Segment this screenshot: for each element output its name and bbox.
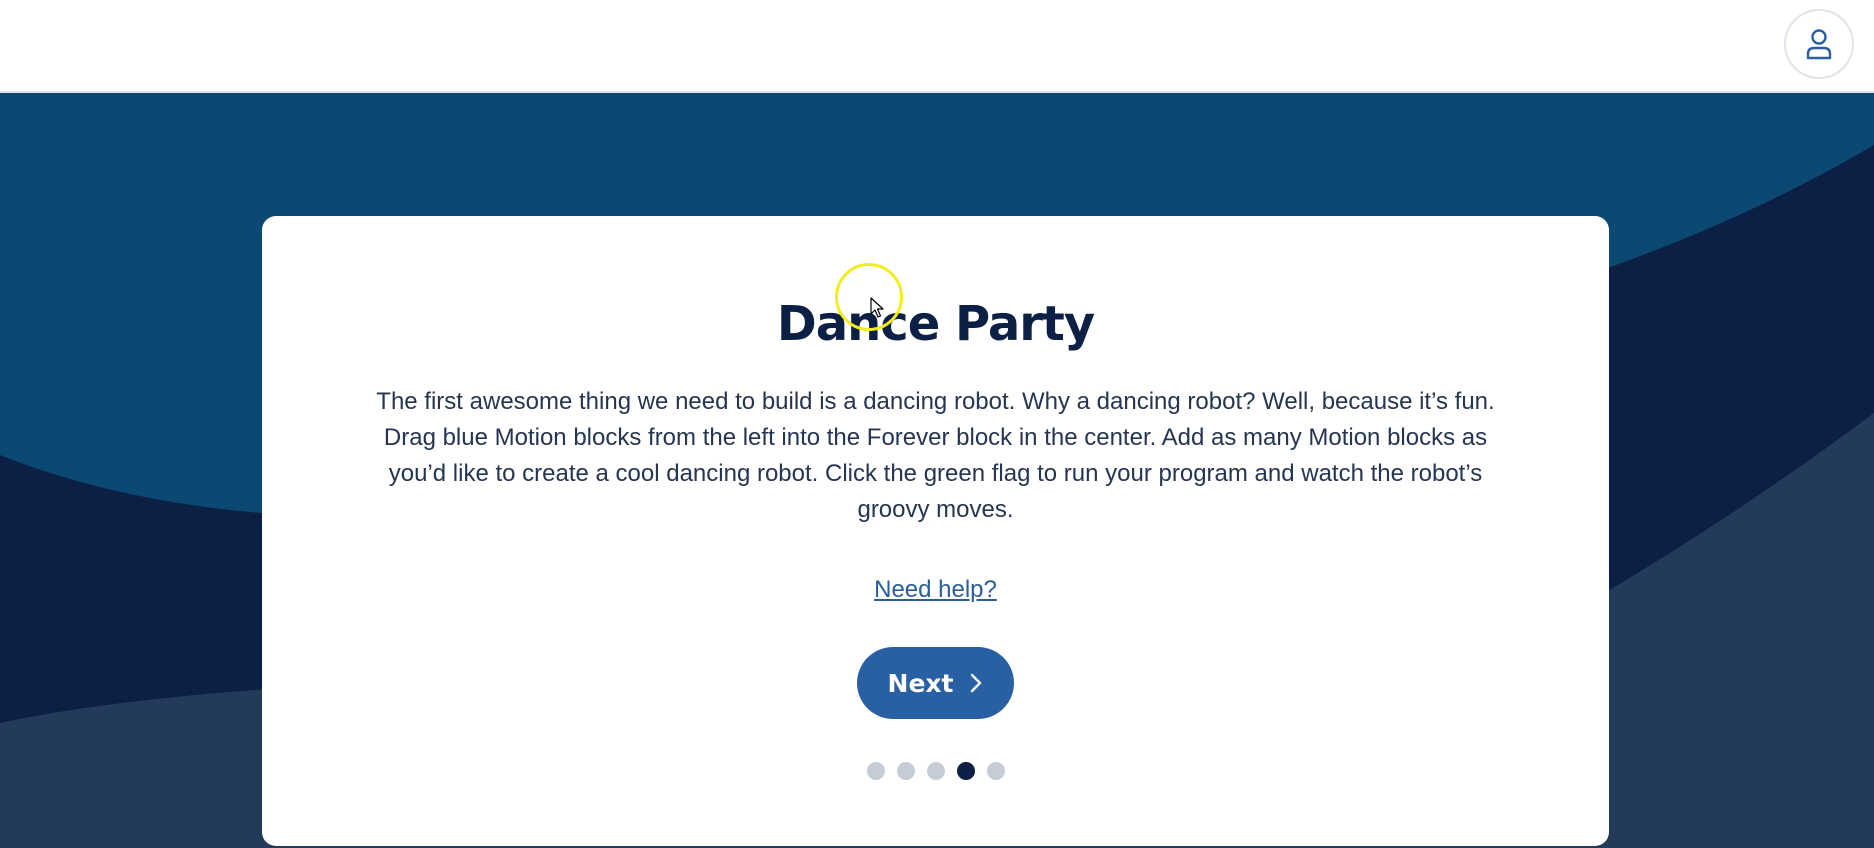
next-button-label: Next <box>887 668 954 698</box>
pagination-dot-1[interactable] <box>866 762 885 780</box>
chevron-right-icon <box>971 673 982 693</box>
top-bar <box>0 0 1874 93</box>
hero-background: Dance Party The first awesome thing we n… <box>0 93 1874 848</box>
pagination-dot-2[interactable] <box>896 762 915 780</box>
pagination-dot-4[interactable] <box>956 762 975 780</box>
tutorial-modal: Dance Party The first awesome thing we n… <box>262 216 1609 846</box>
user-account-button[interactable] <box>1784 9 1854 79</box>
modal-title: Dance Party <box>776 296 1095 352</box>
pagination-dot-3[interactable] <box>926 762 945 780</box>
next-button[interactable]: Next <box>857 647 1014 719</box>
help-link-wrapper: Need help? <box>262 576 1609 604</box>
need-help-link[interactable]: Need help? <box>874 576 997 603</box>
pagination-dots <box>262 762 1609 780</box>
user-icon <box>1806 29 1832 60</box>
modal-description: The first awesome thing we need to build… <box>376 388 1495 523</box>
pagination-dot-5[interactable] <box>986 762 1005 780</box>
